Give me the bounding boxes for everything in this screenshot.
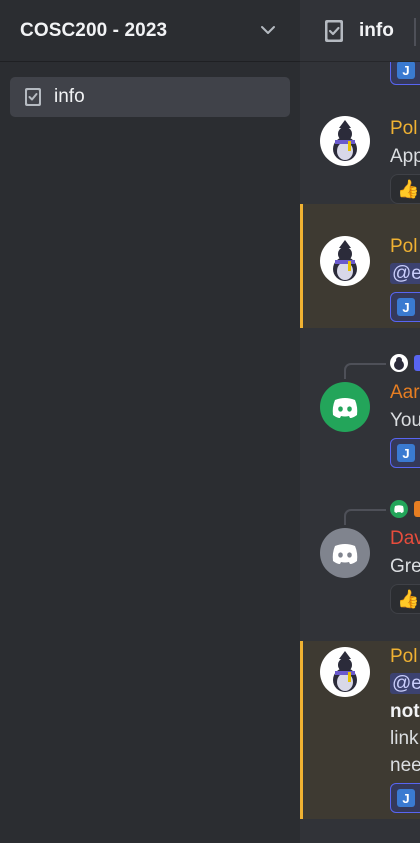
- message-item: Pol App 👍: [300, 108, 420, 208]
- message-text: link: [390, 728, 419, 749]
- penguin-icon: [333, 240, 357, 281]
- message-text: @e: [390, 263, 420, 285]
- message-item: Dav Gre 👍: [300, 492, 420, 622]
- penguin-avatar[interactable]: [320, 116, 370, 166]
- reply-connector: [344, 509, 386, 525]
- penguin-icon: [333, 120, 357, 161]
- user-mention[interactable]: @e: [390, 263, 420, 284]
- rules-book-icon: [25, 88, 41, 106]
- chat-area: info J Pol App 👍 Pol @e J Aar You J Dav …: [300, 0, 420, 843]
- discord-avatar-grey[interactable]: [320, 528, 370, 578]
- j-emoji-icon: J: [397, 789, 415, 807]
- j-emoji-icon: J: [397, 61, 415, 79]
- message-text: App: [390, 146, 420, 167]
- reply-avatar[interactable]: [390, 500, 408, 518]
- message-author[interactable]: Pol: [390, 236, 417, 258]
- message-author[interactable]: Pol: [390, 646, 417, 668]
- header-divider: [414, 18, 416, 46]
- discord-avatar-green[interactable]: [320, 382, 370, 432]
- message-text: @e: [390, 673, 420, 695]
- discord-logo-icon: [394, 505, 404, 513]
- rules-book-icon: [325, 19, 343, 42]
- channel-sidebar: COSC200 - 2023 info: [0, 0, 300, 843]
- server-header[interactable]: COSC200 - 2023: [0, 0, 300, 62]
- channel-label: info: [54, 86, 85, 107]
- reaction-chip[interactable]: J: [390, 438, 420, 468]
- penguin-avatar[interactable]: [320, 647, 370, 697]
- author-name: Aar: [390, 382, 420, 403]
- discord-logo-icon: [332, 544, 358, 564]
- author-name: Pol: [390, 118, 418, 139]
- j-emoji-icon: J: [397, 298, 415, 316]
- message-item: Aar You J: [300, 346, 420, 476]
- discord-logo-icon: [332, 398, 358, 418]
- message-author[interactable]: Aar: [390, 382, 420, 404]
- reaction-thumbs-up[interactable]: 👍: [390, 584, 420, 614]
- channel-title: info: [359, 19, 394, 41]
- message-text: nee: [390, 755, 420, 776]
- author-name: Dav: [390, 528, 420, 549]
- penguin-avatar[interactable]: [320, 236, 370, 286]
- reply-connector: [344, 363, 386, 379]
- author-name: Pol: [390, 646, 418, 667]
- message-item-highlighted: Pol @e J: [300, 204, 420, 328]
- chevron-down-icon[interactable]: [260, 22, 276, 38]
- reply-tag: [414, 501, 420, 517]
- message-author[interactable]: Dav: [390, 528, 420, 550]
- message-text: You: [390, 410, 420, 431]
- reaction-chip[interactable]: J: [390, 783, 420, 813]
- message-text: Gre: [390, 556, 420, 577]
- user-mention[interactable]: @e: [390, 673, 420, 694]
- message-text-bold: not: [390, 701, 420, 722]
- penguin-icon: [333, 651, 357, 692]
- message-item-highlighted: Pol @e not link nee J: [300, 641, 420, 819]
- thumbs-up-icon: 👍: [397, 588, 420, 610]
- j-emoji-icon: J: [397, 444, 415, 462]
- channel-item-info[interactable]: info: [10, 77, 290, 117]
- reaction-thumbs-up[interactable]: 👍: [390, 174, 420, 204]
- message-author[interactable]: Pol: [390, 118, 417, 140]
- reaction-chip[interactable]: J: [390, 292, 420, 322]
- reply-avatar[interactable]: [390, 354, 408, 372]
- channel-header: info: [300, 0, 420, 62]
- author-name: Pol: [390, 236, 418, 257]
- reply-tag: [414, 355, 420, 371]
- thumbs-up-icon: 👍: [397, 178, 420, 200]
- server-name: COSC200 - 2023: [20, 19, 168, 41]
- penguin-icon: [394, 357, 404, 370]
